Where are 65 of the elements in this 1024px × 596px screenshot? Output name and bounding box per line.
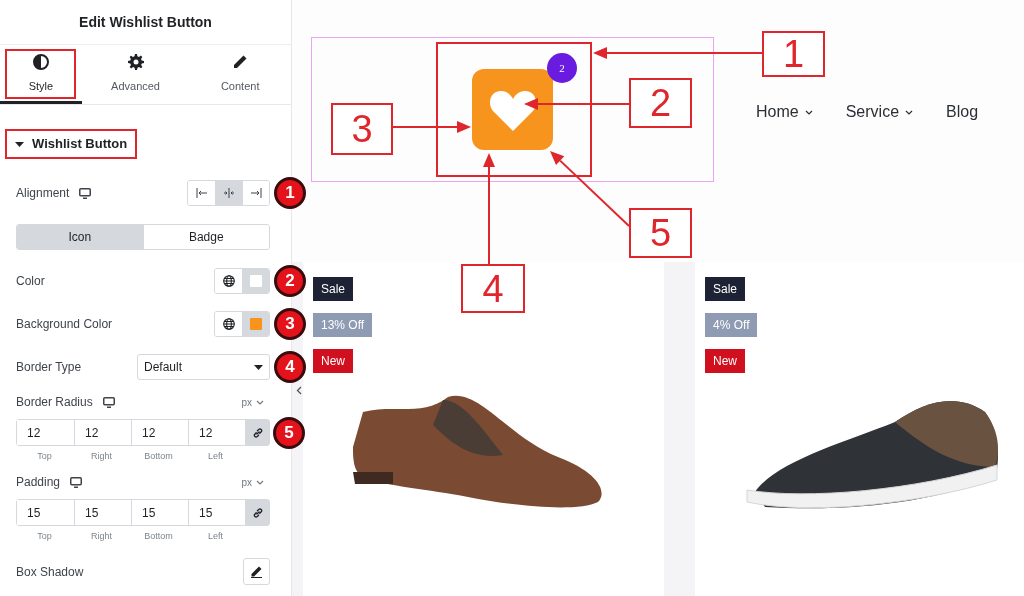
dimension-label: Bottom — [144, 530, 173, 542]
step-marker: 1 — [274, 177, 306, 209]
control-label: Alignment — [16, 185, 70, 202]
product-tag: New — [705, 349, 745, 373]
dimension-label: Bottom — [144, 450, 173, 462]
align-center-icon — [223, 187, 235, 199]
chevron-down-icon — [256, 479, 264, 485]
dimension-label: Top — [37, 530, 52, 542]
product-tag: 4% Off — [705, 313, 758, 337]
unit-dropdown[interactable]: px — [241, 394, 264, 410]
contrast-icon — [32, 54, 49, 71]
control-label: Border Type — [16, 359, 82, 376]
dimension-label: Left — [208, 450, 223, 462]
wishlist-button[interactable] — [472, 69, 553, 150]
border-type-select[interactable]: Default — [137, 354, 270, 380]
control-label: Padding — [16, 474, 61, 491]
panel-tab[interactable]: Style — [0, 45, 82, 104]
dimension-label: Left — [208, 530, 223, 542]
dimension-label: Right — [91, 450, 112, 462]
caret-down-icon — [254, 364, 263, 370]
caret-down-icon — [15, 141, 24, 147]
align-left-icon — [195, 187, 208, 199]
panel-tab[interactable]: Content — [189, 45, 291, 104]
callout-label: 3 — [331, 103, 393, 155]
control-label: Color — [16, 273, 45, 290]
step-marker: 5 — [273, 416, 305, 449]
alignment-control[interactable] — [187, 180, 270, 206]
edit-button[interactable] — [243, 558, 270, 585]
callout-label: 4 — [461, 264, 525, 313]
control-label: Background Color — [16, 316, 113, 333]
product-tag: Sale — [313, 277, 354, 301]
dimension-label: Top — [37, 450, 52, 462]
chevron-down-icon — [256, 399, 264, 405]
globe-icon — [222, 318, 235, 330]
color-picker-button[interactable] — [242, 312, 269, 336]
panel-tab[interactable]: Advanced — [81, 45, 190, 104]
step-marker: 4 — [274, 351, 306, 383]
color-picker-button[interactable] — [242, 269, 269, 293]
callout-label: 1 — [762, 31, 825, 77]
segment-tab[interactable]: Icon — [17, 225, 143, 249]
control-label: Border Radius — [16, 394, 93, 411]
nav-link[interactable]: Home — [756, 100, 813, 124]
product-tag: 13% Off — [313, 313, 373, 337]
globe-icon — [222, 275, 235, 287]
step-marker: 2 — [274, 265, 306, 297]
callout-label: 2 — [629, 78, 692, 128]
highlight-frame — [5, 49, 76, 99]
unit-dropdown[interactable]: px — [241, 474, 264, 490]
align-right-icon — [250, 187, 262, 199]
nav-link[interactable]: Blog — [946, 100, 979, 124]
settings-icon — [127, 54, 144, 71]
product-tag: New — [313, 349, 353, 373]
section-toggle[interactable]: Wishlist Button — [5, 129, 138, 159]
step-marker: 3 — [274, 308, 306, 340]
alignment-button[interactable] — [242, 181, 269, 205]
callout-label: 5 — [629, 208, 692, 258]
segment-tab[interactable]: Badge — [142, 225, 269, 249]
panel-title: Edit Wishlist Button — [79, 12, 212, 32]
control-label: Box Shadow — [16, 563, 84, 581]
pencil-icon — [250, 565, 263, 578]
pencil-icon — [232, 54, 249, 71]
nav-link[interactable]: Service — [845, 100, 914, 124]
count-badge: 2 — [547, 53, 577, 83]
dimension-label: Right — [91, 530, 112, 542]
product-tag: Sale — [705, 277, 746, 301]
